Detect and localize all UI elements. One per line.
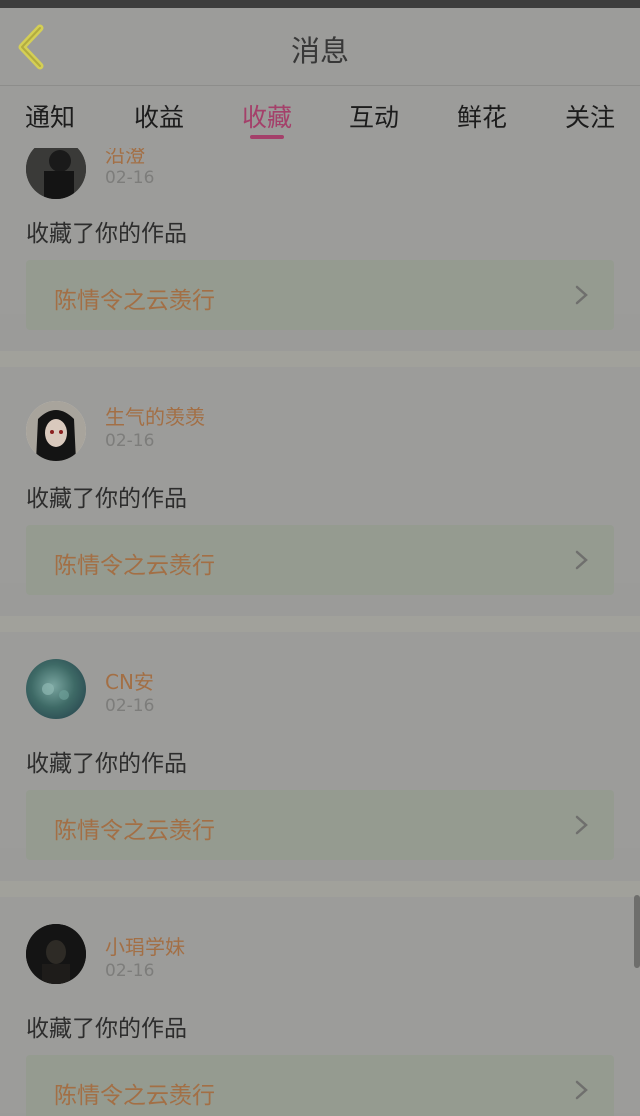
chevron-right-icon <box>575 1080 588 1100</box>
message-text: 收藏了你的作品 <box>26 221 187 247</box>
message-text: 收藏了你的作品 <box>26 486 187 512</box>
username[interactable]: 沿澄 <box>105 148 145 168</box>
avatar[interactable] <box>26 659 86 719</box>
work-link[interactable]: 陈情令之云羡行 <box>26 260 614 330</box>
work-title: 陈情令之云羡行 <box>54 1083 215 1109</box>
divider <box>0 616 640 632</box>
tab-active-indicator <box>250 135 284 139</box>
work-link[interactable]: 陈情令之云羡行 <box>26 790 614 860</box>
message-date: 02-16 <box>105 961 155 981</box>
chevron-right-icon <box>575 815 588 835</box>
tab-notifications[interactable]: 通知 <box>10 98 90 134</box>
tab-flowers[interactable]: 鲜花 <box>442 98 522 134</box>
message-card: 沿澄 02-16 收藏了你的作品 陈情令之云羡行 <box>0 148 640 330</box>
divider <box>0 351 640 367</box>
header: 消息 <box>0 8 640 86</box>
username[interactable]: 生气的羡羡 <box>105 401 205 430</box>
avatar[interactable] <box>26 148 86 199</box>
tab-bar: 通知 收益 收藏 互动 鲜花 关注 <box>0 86 640 148</box>
message-text: 收藏了你的作品 <box>26 751 187 777</box>
scrollbar[interactable] <box>634 895 640 968</box>
username[interactable]: CN安 <box>105 666 154 695</box>
avatar[interactable] <box>26 401 86 461</box>
message-date: 02-16 <box>105 431 155 451</box>
tab-interactions[interactable]: 互动 <box>334 98 414 134</box>
page-title: 消息 <box>290 34 349 68</box>
tab-earnings[interactable]: 收益 <box>119 98 199 134</box>
status-bar <box>0 0 640 8</box>
message-card: 生气的羡羡 02-16 收藏了你的作品 陈情令之云羡行 <box>0 367 640 595</box>
work-link[interactable]: 陈情令之云羡行 <box>26 1055 614 1116</box>
username[interactable]: 小琄学妹 <box>105 931 185 960</box>
message-card: CN安 02-16 收藏了你的作品 陈情令之云羡行 <box>0 632 640 860</box>
work-title: 陈情令之云羡行 <box>54 553 215 579</box>
work-title: 陈情令之云羡行 <box>54 288 215 314</box>
message-text: 收藏了你的作品 <box>26 1016 187 1042</box>
work-link[interactable]: 陈情令之云羡行 <box>26 525 614 595</box>
message-date: 02-16 <box>105 168 155 188</box>
work-title: 陈情令之云羡行 <box>54 818 215 844</box>
chevron-right-icon <box>575 285 588 305</box>
message-feed[interactable]: 沿澄 02-16 收藏了你的作品 陈情令之云羡行 生气的羡羡 02-16 收藏了… <box>0 148 640 1116</box>
tab-follows[interactable]: 关注 <box>550 98 630 134</box>
avatar[interactable] <box>26 924 86 984</box>
message-date: 02-16 <box>105 696 155 716</box>
divider <box>0 881 640 897</box>
tab-favorites[interactable]: 收藏 <box>227 98 307 134</box>
message-card: 小琄学妹 02-16 收藏了你的作品 陈情令之云羡行 <box>0 897 640 1116</box>
chevron-right-icon <box>575 550 588 570</box>
